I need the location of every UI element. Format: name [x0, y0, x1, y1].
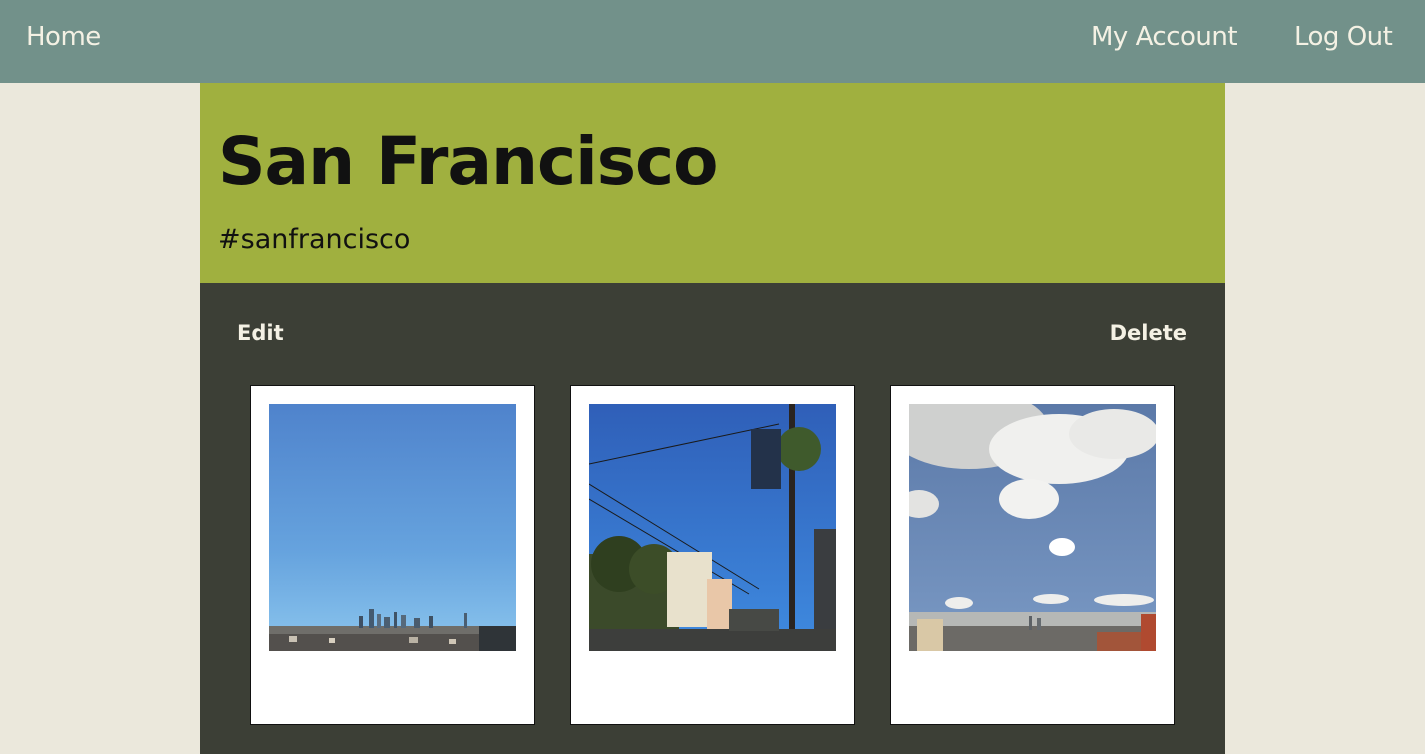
street-palm-tree-photo	[589, 404, 836, 651]
clouds-over-city-photo	[909, 404, 1156, 651]
board-hashtag: #sanfrancisco	[218, 224, 411, 255]
photo-card[interactable]	[890, 385, 1175, 725]
board-content: Edit Delete	[200, 283, 1225, 754]
home-link[interactable]: Home	[26, 22, 101, 52]
board-header: San Francisco #sanfrancisco	[200, 83, 1225, 283]
my-account-link[interactable]: My Account	[1091, 22, 1238, 52]
board-title: San Francisco	[218, 123, 718, 200]
skyline-clear-sky-photo	[269, 404, 516, 651]
log-out-link[interactable]: Log Out	[1294, 22, 1393, 52]
photo-card[interactable]	[250, 385, 535, 725]
photo-card[interactable]	[570, 385, 855, 725]
edit-button[interactable]: Edit	[237, 321, 284, 345]
delete-button[interactable]: Delete	[1110, 321, 1187, 345]
top-navbar: Home My Account Log Out	[0, 0, 1425, 83]
